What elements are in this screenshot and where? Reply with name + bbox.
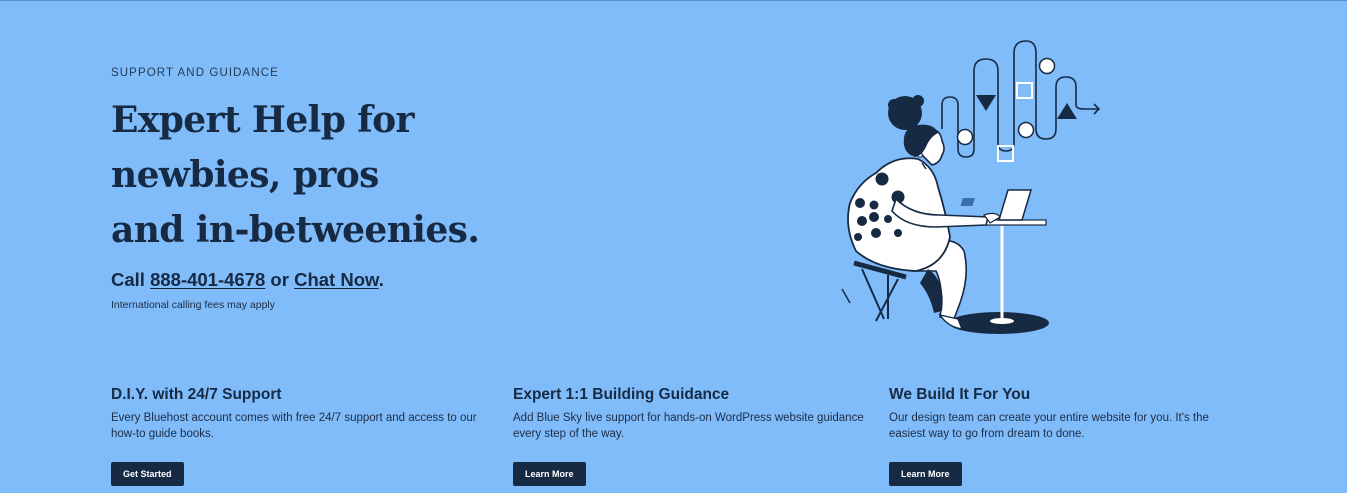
card-title: Expert 1:1 Building Guidance [513,386,730,403]
chat-now-link[interactable]: Chat Now [294,269,379,290]
eyebrow-label: SUPPORT AND GUIDANCE [111,67,279,79]
contact-suffix: . [378,269,384,290]
headline-line: Expert Help for [111,99,414,141]
woman-at-laptop-illustration [841,40,1101,334]
card-we-build-it: We Build It For You Our design team can … [889,386,1239,442]
headline-line: and in-betweenies. [111,209,480,251]
headline-line: newbies, pros [111,154,379,196]
fees-note: International calling fees may apply [111,299,276,311]
learn-more-button[interactable]: Learn More [889,462,962,486]
card-title: We Build It For You [889,386,1031,403]
card-diy-support: D.I.Y. with 24/7 Support Every Bluehost … [111,386,481,442]
card-title: D.I.Y. with 24/7 Support [111,386,282,403]
contact-line: Call 888-401-4678 or Chat Now. [111,269,384,291]
learn-more-button[interactable]: Learn More [513,462,586,486]
card-description: Add Blue Sky live support for hands-on W… [513,412,864,440]
contact-prefix: Call [111,269,151,290]
hero-headline: Expert Help for newbies, pros and in-bet… [111,93,480,258]
card-expert-guidance: Expert 1:1 Building Guidance Add Blue Sk… [513,386,883,442]
card-description: Our design team can create your entire w… [889,412,1209,440]
contact-middle: or [265,269,295,290]
get-started-button[interactable]: Get Started [111,462,184,486]
phone-link[interactable]: 888-401-4678 [150,269,265,290]
card-description: Every Bluehost account comes with free 2… [111,412,477,440]
